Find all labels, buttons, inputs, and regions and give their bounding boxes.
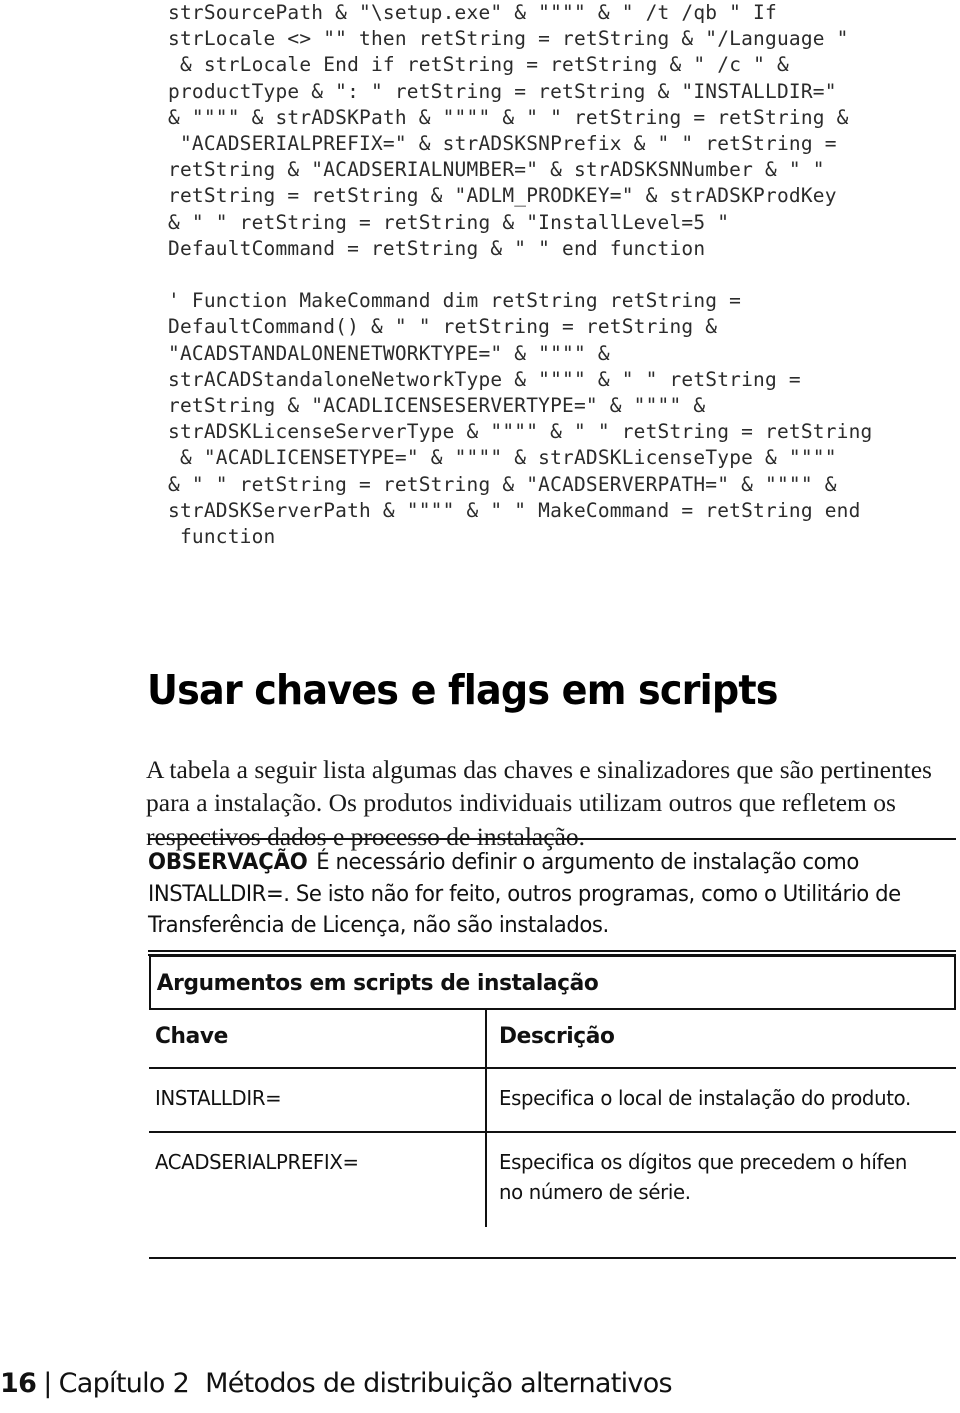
code-line: retString & "ACADLICENSESERVERTYPE=" & "… xyxy=(168,394,706,418)
table-cell-description: Especifica os dígitos que precedem o híf… xyxy=(487,1133,956,1257)
code-line: strADSKLicenseServerType & """" & " " re… xyxy=(168,420,873,444)
table-cell-description: Especifica o local de instalação do prod… xyxy=(487,1069,956,1131)
code-line: retString = retString & "ADLM_PRODKEY=" … xyxy=(168,184,837,208)
code-line: & "ACADLICENSETYPE=" & """" & strADSKLic… xyxy=(168,446,837,470)
table-header-cell-description: Descrição xyxy=(487,1010,956,1067)
page-footer: 16 | Capítulo 2 Métodos de distribuição … xyxy=(0,1368,960,1399)
code-line: ' Function MakeCommand dim retString ret… xyxy=(168,289,742,313)
note-label: OBSERVAÇÃO xyxy=(148,849,308,875)
code-block: strSourcePath & "\setup.exe" & """" & " … xyxy=(168,0,958,550)
code-line: strADSKServerPath & """" & " " MakeComma… xyxy=(168,498,861,522)
code-line: & """" & strADSKPath & """" & " " retStr… xyxy=(168,105,849,129)
footer-title: Métodos de distribuição alternativos xyxy=(205,1368,672,1399)
code-line: & " " retString = retString & "InstallLe… xyxy=(168,210,730,234)
code-line: strACADStandaloneNetworkType & """" & " … xyxy=(168,367,801,391)
table-row: INSTALLDIR= Especifica o local de instal… xyxy=(149,1069,956,1133)
note-body: OBSERVAÇÃO É necessário definir o argumen… xyxy=(148,842,920,948)
code-line: "ACADSERIALPREFIX=" & strADSKSNPrefix & … xyxy=(168,132,837,156)
table-cell-key: ACADSERIALPREFIX= xyxy=(149,1133,487,1227)
table-cell-description-text: Especifica o local de instalação do prod… xyxy=(499,1086,911,1110)
code-line: & " " retString = retString & "ACADSERVE… xyxy=(168,472,837,496)
code-line: productType & ": " retString = retString… xyxy=(168,79,837,103)
document-page: strSourcePath & "\setup.exe" & """" & " … xyxy=(0,0,960,1413)
code-line: & strLocale End if retString = retString… xyxy=(168,53,789,77)
section-heading: Usar chaves e flags em scripts xyxy=(147,666,778,715)
code-line: "ACADSTANDALONENETWORKTYPE=" & """" & xyxy=(168,341,610,365)
table-cell-key-text: ACADSERIALPREFIX= xyxy=(155,1150,359,1174)
code-line: function xyxy=(168,525,276,549)
table-header-row: Chave Descrição xyxy=(149,1010,956,1069)
table-header-key-label: Chave xyxy=(155,1023,228,1049)
footer-page-number: 16 xyxy=(0,1368,37,1399)
footer-separator: | xyxy=(43,1368,52,1399)
table-cell-key: INSTALLDIR= xyxy=(149,1069,487,1131)
code-line: retString & "ACADSERIALNUMBER=" & strADS… xyxy=(168,158,825,182)
table-row: ACADSERIALPREFIX= Especifica os dígitos … xyxy=(149,1133,956,1257)
note-block: OBSERVAÇÃO É necessário definir o argumen… xyxy=(148,838,956,956)
arguments-table: Argumentos em scripts de instalação Chav… xyxy=(149,955,956,1259)
table-caption: Argumentos em scripts de instalação xyxy=(156,969,599,996)
code-line: DefaultCommand = retString & " " end fun… xyxy=(168,236,706,260)
table-cell-key-text: INSTALLDIR= xyxy=(155,1086,282,1110)
note-top-rule xyxy=(148,838,956,840)
table-header-cell-key: Chave xyxy=(149,1010,487,1067)
table-grid: Chave Descrição INSTALLDIR= Especifica o… xyxy=(149,1008,956,1259)
code-line: DefaultCommand() & " " retString = retSt… xyxy=(168,315,718,339)
table-caption-row: Argumentos em scripts de instalação xyxy=(149,955,956,1008)
table-header-description-label: Descrição xyxy=(499,1023,615,1049)
code-line: strLocale <> "" then retString = retStri… xyxy=(168,27,849,51)
table-cell-description-text: Especifica os dígitos que precedem o híf… xyxy=(499,1150,908,1204)
code-line: strSourcePath & "\setup.exe" & """" & " … xyxy=(168,1,777,24)
footer-chapter: Capítulo 2 xyxy=(58,1368,190,1399)
